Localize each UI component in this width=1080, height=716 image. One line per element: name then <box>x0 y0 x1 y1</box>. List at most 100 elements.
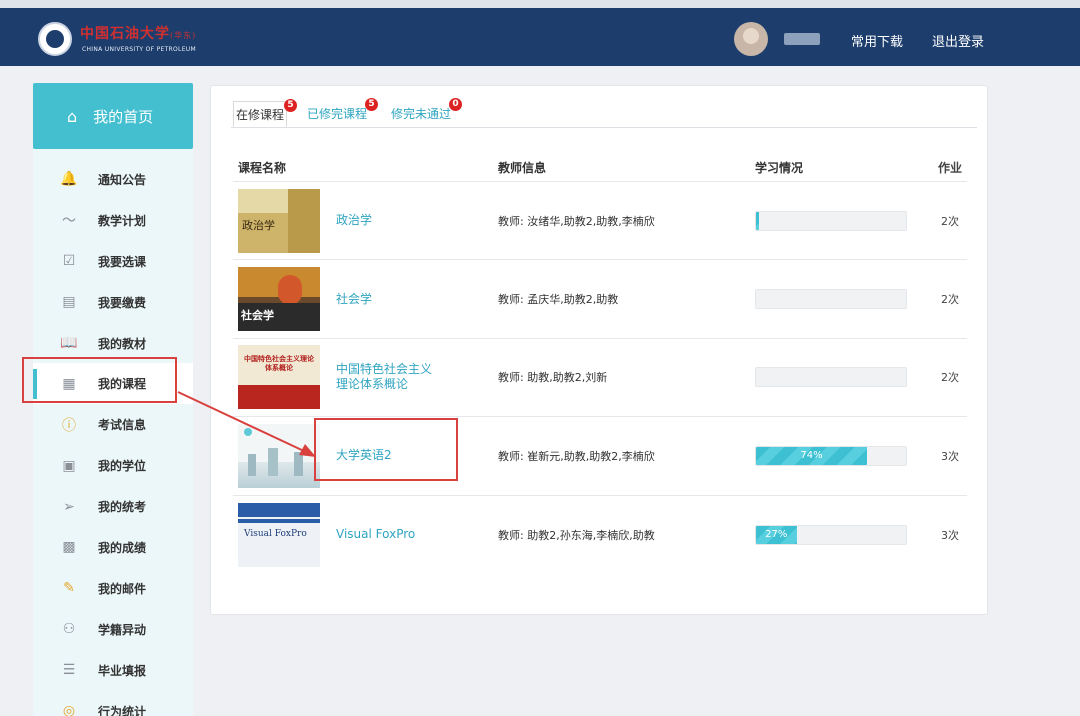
header-course-name: 课程名称 <box>238 161 287 175</box>
sidebar-item-payment[interactable]: ▤ 我要缴费 <box>33 282 193 323</box>
count-badge: 5 <box>284 99 298 112</box>
count-badge: 0 <box>449 98 463 111</box>
course-name-link[interactable]: 社会学 <box>336 292 372 307</box>
progress-bar: 27% <box>755 524 907 545</box>
table-row: 政治学 政治学 教师: 汝绪华,助教2,助教,李楠欣 2次 <box>233 182 967 261</box>
sidebar-item-graduation[interactable]: ☰ 毕业填报 <box>33 650 193 691</box>
course-cover[interactable]: 政治学 <box>238 188 320 253</box>
progress-bar <box>755 289 907 310</box>
sidebar-item-label: 通知公告 <box>98 172 147 187</box>
form-icon: ☰ <box>62 662 76 679</box>
cover-title: 社会学 <box>241 309 274 323</box>
sidebar-home[interactable]: ⌂ 我的首页 <box>33 83 193 149</box>
sidebar-item-scores[interactable]: ▩ 我的成绩 <box>33 527 193 568</box>
teacher-info: 教师: 助教2,孙东海,李楠欣,助教 <box>498 528 655 542</box>
header-teacher: 教师信息 <box>498 161 547 175</box>
compass-icon: ◎ <box>62 703 76 716</box>
sidebar-item-teaching-plan[interactable]: 〜 教学计划 <box>33 200 193 241</box>
brand-name-text: 中国石油大学 <box>80 26 170 42</box>
header-progress: 学习情况 <box>755 161 804 175</box>
tab-divider <box>231 127 977 128</box>
score-icon: ▩ <box>62 539 76 556</box>
count-badge: 5 <box>365 98 379 111</box>
send-icon: ➢ <box>63 498 75 515</box>
table-row: Visual FoxPro Visual FoxPro 教师: 助教2,孙东海,… <box>233 496 967 574</box>
sidebar-item-label: 我的成绩 <box>98 540 147 555</box>
courses-table: 课程名称 教师信息 学习情况 作业 政治学 政治学 教师: 汝绪华,助教2,助教… <box>233 154 967 574</box>
mail-icon: ✎ <box>63 580 75 597</box>
highlight-box-course <box>314 418 458 481</box>
highlight-box-sidebar <box>22 357 177 403</box>
cover-title: 中国特色社会主义理论体系概论 <box>244 355 314 373</box>
homework-count: 2次 <box>941 214 959 228</box>
tab-label: 在修课程 <box>236 108 285 122</box>
sidebar-item-label: 我的学位 <box>98 459 147 474</box>
course-name-link[interactable]: 中国特色社会主义理论体系概论 <box>336 362 436 392</box>
table-row: 社会学 社会学 教师: 孟庆华,助教2,助教 2次 <box>233 260 967 339</box>
sidebar-item-mail[interactable]: ✎ 我的邮件 <box>33 568 193 609</box>
downloads-link[interactable]: 常用下载 <box>851 31 903 50</box>
teacher-info: 教师: 孟庆华,助教2,助教 <box>498 293 619 307</box>
sidebar-item-label: 考试信息 <box>98 418 147 433</box>
tab-completed-courses[interactable]: 已修完课程 5 <box>307 98 379 127</box>
sidebar-item-label: 我的邮件 <box>98 581 147 596</box>
logout-link[interactable]: 退出登录 <box>932 31 984 50</box>
sidebar-item-label: 学籍异动 <box>98 622 147 637</box>
cover-title: Visual FoxPro <box>244 528 307 539</box>
course-name-link[interactable]: 政治学 <box>336 213 372 228</box>
sidebar-item-label: 毕业填报 <box>98 663 147 678</box>
user-name-blurred <box>784 33 820 45</box>
progress-bar <box>755 210 907 231</box>
sidebar-item-label: 行为统计 <box>98 704 147 716</box>
sidebar-item-label: 我的统考 <box>98 500 147 515</box>
homework-count: 3次 <box>941 528 959 542</box>
browser-strip <box>0 0 1080 8</box>
bell-icon: 🔔 <box>60 171 78 188</box>
table-header: 课程名称 教师信息 学习情况 作业 <box>233 154 967 182</box>
course-cover[interactable]: 中国特色社会主义理论体系概论 <box>238 345 320 410</box>
sidebar-item-degree[interactable]: ▣ 我的学位 <box>33 445 193 486</box>
users-icon: ⚇ <box>62 621 76 638</box>
teacher-info: 教师: 崔新元,助教,助教2,李楠欣 <box>498 449 655 463</box>
homework-count: 3次 <box>941 449 959 463</box>
progress-fill <box>756 211 759 230</box>
brand-name-suffix: (华东) <box>170 31 197 40</box>
sidebar-item-exam-info[interactable]: ⓘ 考试信息 <box>33 404 193 445</box>
sidebar-item-label: 我要选课 <box>98 254 147 269</box>
sidebar-item-status-change[interactable]: ⚇ 学籍异动 <box>33 609 193 650</box>
sidebar-item-label: 我的教材 <box>98 336 147 351</box>
tab-label: 修完未通过 <box>391 107 452 121</box>
homework-count: 2次 <box>941 293 959 307</box>
teacher-info: 教师: 助教,助教2,刘新 <box>498 371 608 385</box>
progress-fill: 27% <box>756 525 797 544</box>
cover-title: 政治学 <box>242 218 275 232</box>
course-cover[interactable]: Visual FoxPro <box>238 502 320 567</box>
checkbox-icon: ☑ <box>62 253 76 270</box>
courses-panel: 在修课程 5 已修完课程 5 修完未通过 0 课程名称 教师信息 学习情况 作业 政治… <box>210 85 988 615</box>
header-homework: 作业 <box>937 161 962 175</box>
tab-label: 已修完课程 <box>307 107 368 121</box>
home-icon: ⌂ <box>67 106 78 126</box>
progress-fill: 74% <box>756 446 867 465</box>
course-cover[interactable]: 社会学 <box>238 267 320 332</box>
top-header: 中国石油大学(华东) CHINA UNIVERSITY OF PETROLEUM… <box>0 8 1080 66</box>
sidebar-item-unified-exam[interactable]: ➢ 我的统考 <box>33 486 193 527</box>
course-name-link[interactable]: Visual FoxPro <box>336 527 415 542</box>
degree-icon: ▣ <box>62 457 76 474</box>
table-row: 中国特色社会主义理论体系概论 中国特色社会主义理论体系概论 教师: 助教,助教2… <box>233 339 967 418</box>
avatar[interactable] <box>734 22 768 56</box>
sidebar-item-behavior-stats[interactable]: ◎ 行为统计 <box>33 691 193 716</box>
sidebar-item-course-selection[interactable]: ☑ 我要选课 <box>33 241 193 282</box>
book-icon: 📖 <box>60 335 78 351</box>
brand-name: 中国石油大学(华东) <box>80 23 196 43</box>
tab-failed-courses[interactable]: 修完未通过 0 <box>391 98 463 127</box>
sidebar-item-notices[interactable]: 🔔 通知公告 <box>33 159 193 200</box>
tab-current-courses[interactable]: 在修课程 5 <box>233 99 298 127</box>
sidebar-item-label: 我要缴费 <box>98 295 147 310</box>
teacher-info: 教师: 汝绪华,助教2,助教,李楠欣 <box>498 214 655 228</box>
sidebar-item-label: 教学计划 <box>98 213 147 228</box>
homework-count: 2次 <box>941 371 959 385</box>
chart-icon: 〜 <box>62 213 76 230</box>
university-logo <box>38 22 72 56</box>
course-cover[interactable] <box>238 423 320 488</box>
